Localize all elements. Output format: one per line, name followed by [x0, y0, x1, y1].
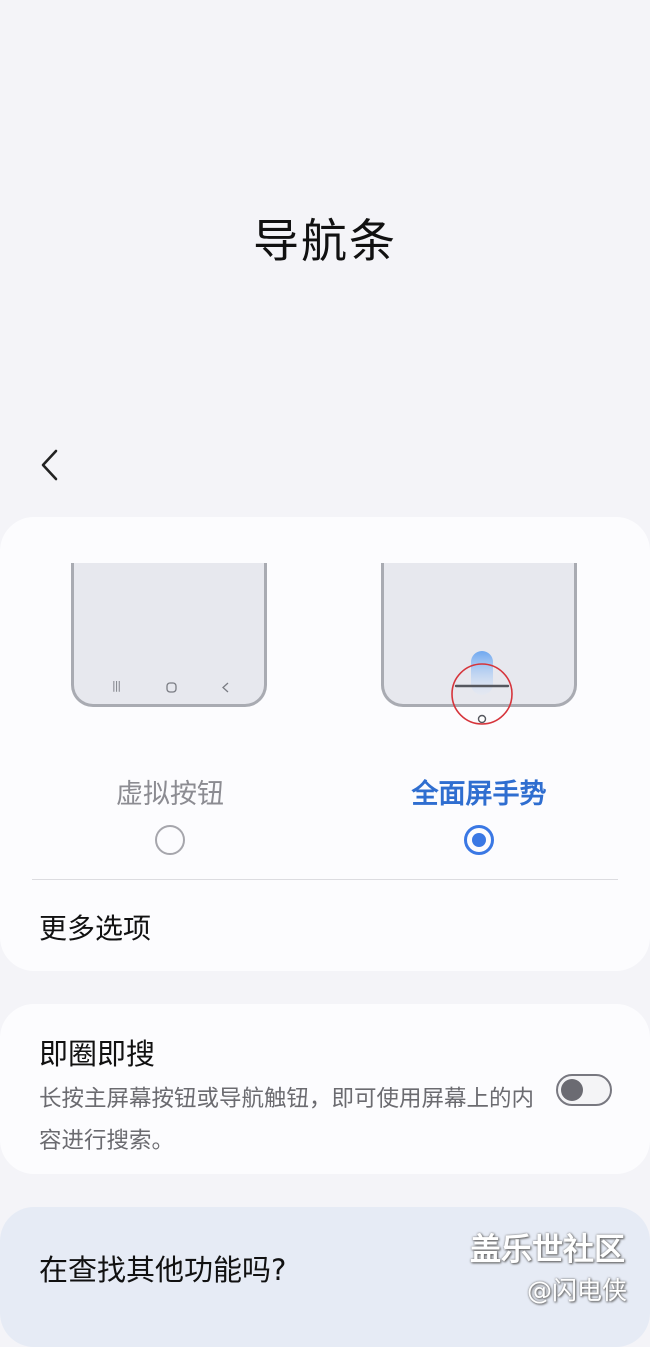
page-title: 导航条 [253, 214, 397, 268]
back-button[interactable] [32, 445, 72, 485]
gesture-radio[interactable] [464, 825, 494, 855]
more-options-item[interactable]: 更多选项 [39, 907, 151, 947]
chevron-left-icon [41, 449, 58, 481]
buttons-option-label[interactable]: 虚拟按钮 [70, 772, 270, 811]
back-nav-icon [222, 682, 229, 693]
divider [32, 879, 618, 880]
circle-to-search-description: 长按主屏幕按钮或导航触钮，即可使用屏幕上的内容进行搜索。 [39, 1086, 535, 1154]
gesture-preview[interactable] [381, 563, 577, 725]
swipe-gesture-illustration [451, 651, 513, 725]
buttons-radio[interactable] [155, 825, 185, 855]
looking-for-features-link[interactable]: 在查找其他功能吗? [39, 1247, 286, 1289]
home-icon [166, 682, 177, 693]
gesture-option-label[interactable]: 全面屏手势 [379, 772, 579, 811]
toggle-knob [561, 1079, 583, 1101]
buttons-preview[interactable]: ||| [71, 563, 267, 707]
recents-icon: ||| [112, 679, 121, 692]
watermark-user: @闪电侠 [527, 1276, 628, 1305]
circle-to-search-title[interactable]: 即圈即搜 [39, 1031, 155, 1073]
circle-to-search-toggle[interactable] [556, 1074, 612, 1106]
watermark-brand: 盖乐世社区 [470, 1232, 625, 1268]
